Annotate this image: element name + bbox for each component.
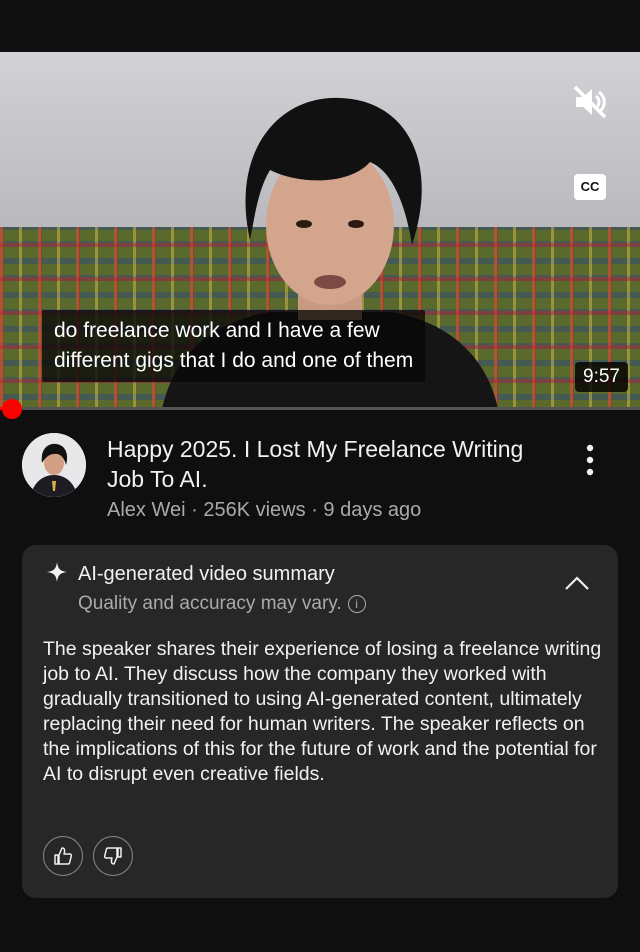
separator: · (311, 499, 318, 521)
volume-off-icon (573, 85, 607, 119)
video-title[interactable]: Happy 2025. I Lost My Freelance Writing … (107, 434, 537, 494)
progress-bar[interactable] (0, 407, 640, 410)
separator: · (191, 499, 198, 521)
view-count: 256K views (203, 499, 306, 521)
thumbs-up-icon (54, 847, 73, 865)
video-meta: Happy 2025. I Lost My Freelance Writing … (0, 430, 640, 530)
channel-avatar[interactable] (22, 433, 86, 497)
video-player[interactable]: CC do freelance work and I have a few di… (0, 52, 640, 408)
dislike-summary-button[interactable] (93, 836, 133, 876)
mute-button[interactable] (570, 82, 610, 122)
upload-age: 9 days ago (323, 499, 422, 521)
caption-box: do freelance work and I have a few diffe… (42, 310, 426, 382)
summary-body: The speaker shares their experience of l… (43, 638, 602, 785)
duration-badge: 9:57 (575, 362, 628, 392)
more-vertical-icon (586, 444, 594, 476)
cc-icon: CC (580, 179, 600, 194)
more-options-button[interactable] (580, 438, 600, 482)
channel-name[interactable]: Alex Wei (107, 499, 186, 521)
captions-button[interactable]: CC (574, 174, 606, 200)
caption-line: different gigs that I do and one of them (54, 349, 414, 372)
caption-line: do freelance work and I have a few (54, 319, 380, 342)
ai-summary-card: AI-generated video summary Quality and a… (22, 545, 618, 898)
summary-heading: AI-generated video summary (78, 563, 335, 585)
info-icon[interactable]: i (347, 595, 366, 613)
sparkle-icon (47, 562, 67, 582)
chevron-up-icon (565, 576, 589, 590)
thumbs-down-icon (103, 847, 122, 865)
progress-scrubber[interactable] (1, 399, 22, 419)
summary-disclaimer: Quality and accuracy may vary. i (78, 593, 366, 615)
collapse-button[interactable] (562, 571, 592, 595)
like-summary-button[interactable] (43, 836, 83, 876)
avatar-image (22, 433, 86, 497)
disclaimer-text: Quality and accuracy may vary. (78, 593, 342, 614)
video-subtitle: Alex Wei · 256K views · 9 days ago (107, 499, 421, 522)
